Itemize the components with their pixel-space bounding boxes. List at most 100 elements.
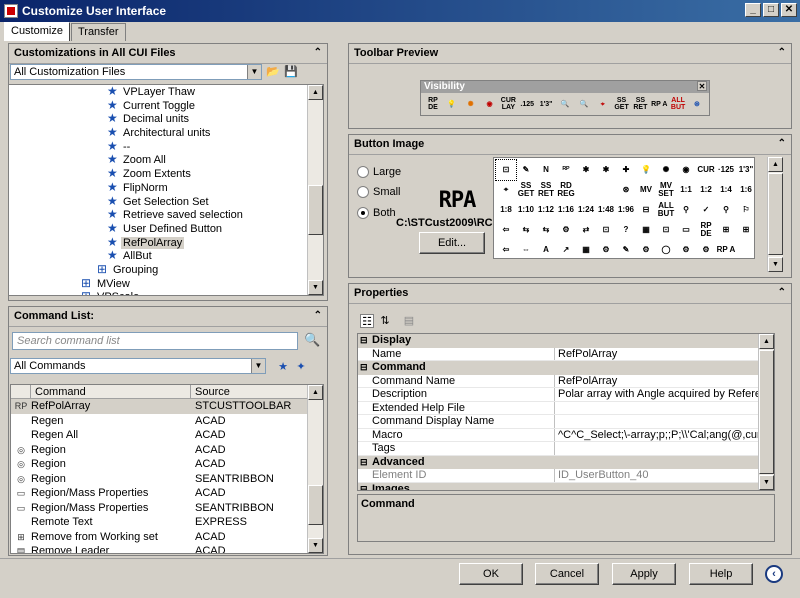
property-row[interactable]: Description Polar array with Angle acquir…: [358, 388, 774, 402]
property-category[interactable]: ⊟ Images: [358, 482, 774, 490]
scroll-up-icon[interactable]: ▲: [308, 85, 323, 100]
button-image-option-icon[interactable]: MV SET: [656, 180, 676, 200]
property-value[interactable]: ^C^C_Select;\-array;p;;P;\\'Cal;ang(@,cu…: [555, 429, 774, 442]
property-scrollbar[interactable]: ▲ ▼: [758, 334, 774, 490]
button-image-option-icon[interactable]: 1:16: [556, 200, 576, 220]
property-row[interactable]: Command Name RefPolArray: [358, 374, 774, 388]
cui-file-combo[interactable]: All Customization Files ▼: [10, 64, 262, 80]
toolbar-button-icon[interactable]: 🔍: [575, 95, 593, 113]
button-image-option-icon[interactable]: A: [536, 240, 556, 258]
tree-item[interactable]: ★ VPLayer Thaw: [9, 85, 323, 99]
scroll-thumb[interactable]: [308, 185, 323, 235]
button-image-option-icon[interactable]: N: [536, 160, 556, 180]
scroll-up-icon[interactable]: ▲: [308, 385, 323, 400]
button-image-option-icon[interactable]: RD REG: [556, 180, 576, 200]
toolbar-button-icon[interactable]: ⊛: [688, 95, 706, 113]
toolbar-button-icon[interactable]: 💡: [443, 95, 461, 113]
table-row[interactable]: Regen ACAD: [11, 414, 323, 429]
button-image-option-icon[interactable]: 1:8: [496, 200, 516, 220]
open-file-icon[interactable]: 📂: [266, 65, 280, 79]
table-row[interactable]: ◎ Region ACAD: [11, 457, 323, 472]
button-image-option-icon[interactable]: ⊞: [736, 220, 754, 240]
table-row[interactable]: ◎ Region SEANTRIBBON: [11, 472, 323, 487]
collapse-dialog-icon[interactable]: ‹: [765, 565, 783, 583]
toolbar-button-icon[interactable]: 1'3": [537, 95, 555, 113]
property-value[interactable]: RefPolArray: [555, 348, 774, 361]
property-value[interactable]: RefPolArray: [555, 375, 774, 388]
button-image-option-icon[interactable]: ⇔: [516, 240, 536, 258]
tree-item[interactable]: ⊞ Grouping: [9, 262, 323, 277]
property-value[interactable]: [555, 442, 774, 455]
property-value[interactable]: Polar array with Angle acquired by Refer…: [555, 388, 774, 401]
chevron-down-icon[interactable]: ▼: [251, 359, 265, 373]
toolbar-button-icon[interactable]: RP A: [650, 95, 668, 113]
radio-circle[interactable]: [357, 186, 369, 198]
button-image-option-icon[interactable]: 1:2: [696, 180, 716, 200]
button-image-option-icon[interactable]: ⇦: [496, 220, 516, 240]
image-grid-scrollbar[interactable]: ▲ ▼: [767, 157, 783, 272]
button-image-option-icon[interactable]: RP DE: [696, 220, 716, 240]
toolbar-button-icon[interactable]: SS GET: [613, 95, 631, 113]
sort-alpha-icon[interactable]: ⇅: [378, 314, 392, 328]
tree-item[interactable]: ★ --: [9, 139, 323, 154]
button-image-option-icon[interactable]: ↗: [556, 240, 576, 258]
button-image-option-icon[interactable]: 💡: [636, 160, 656, 180]
property-row[interactable]: Name RefPolArray: [358, 347, 774, 361]
button-image-option-icon[interactable]: ⚙: [696, 240, 716, 258]
radio-small[interactable]: Small: [357, 186, 401, 198]
scroll-down-icon[interactable]: ▼: [759, 475, 774, 490]
scroll-down-icon[interactable]: ▼: [308, 538, 323, 553]
collapse-icon[interactable]: ⌃: [778, 287, 786, 298]
property-row[interactable]: Tags: [358, 442, 774, 456]
button-image-option-icon[interactable]: ✎: [516, 160, 536, 180]
button-image-option-icon[interactable]: ⊡: [495, 159, 517, 181]
scroll-thumb[interactable]: [759, 350, 774, 474]
button-image-option-icon[interactable]: 1'3": [736, 160, 754, 180]
button-image-option-icon[interactable]: ✚: [616, 160, 636, 180]
categorized-icon[interactable]: ☷: [360, 314, 374, 328]
property-row[interactable]: Extended Help File: [358, 401, 774, 415]
tree-item[interactable]: ★ Get Selection Set: [9, 194, 323, 209]
button-image-option-icon[interactable]: ⚙: [636, 240, 656, 258]
tree-item[interactable]: ⊞VPScale: [9, 290, 323, 295]
button-image-option-icon[interactable]: ◉: [676, 160, 696, 180]
button-image-option-icon[interactable]: ✱: [576, 160, 596, 180]
property-value[interactable]: [555, 402, 774, 415]
button-image-option-icon[interactable]: ALL BUT: [656, 200, 676, 220]
button-image-option-icon[interactable]: ▭: [676, 220, 696, 240]
collapse-icon[interactable]: ⌃: [778, 47, 786, 58]
button-image-option-icon[interactable]: [596, 180, 616, 200]
property-row[interactable]: Command Display Name: [358, 415, 774, 429]
tree-item[interactable]: ★ Zoom All: [9, 153, 323, 167]
close-button[interactable]: ✕: [781, 3, 797, 17]
tree-item[interactable]: ⊞ MView: [9, 276, 323, 291]
collapse-category-icon[interactable]: ⊟: [360, 456, 372, 470]
source-column-header[interactable]: Source: [191, 385, 311, 398]
command-column-header[interactable]: Command: [31, 385, 191, 398]
collapse-icon[interactable]: ⌃: [778, 138, 786, 149]
property-row[interactable]: Element ID ID_UserButton_40: [358, 469, 774, 483]
property-pages-icon[interactable]: ▤: [402, 314, 416, 328]
button-image-option-icon[interactable]: CUR: [696, 160, 716, 180]
property-category[interactable]: ⊟ Advanced: [358, 455, 774, 470]
tree-scrollbar[interactable]: ▲ ▼: [307, 85, 323, 295]
button-image-option-icon[interactable]: ⚐: [736, 200, 754, 220]
search-command-input[interactable]: Search command list: [12, 332, 298, 350]
ok-button[interactable]: OK: [459, 563, 523, 585]
button-image-option-icon[interactable]: ·125: [716, 160, 736, 180]
new-command-icon[interactable]: ✦: [294, 360, 308, 374]
button-image-option-icon[interactable]: ✎: [616, 240, 636, 258]
button-image-option-icon[interactable]: ⊡: [656, 220, 676, 240]
save-icon[interactable]: 💾: [284, 65, 298, 79]
new-command-star-icon[interactable]: ★: [276, 360, 290, 374]
scroll-up-icon[interactable]: ▲: [759, 334, 774, 349]
button-image-option-icon[interactable]: ⊡: [596, 220, 616, 240]
button-image-option-icon[interactable]: ⚙: [556, 220, 576, 240]
property-value[interactable]: [555, 415, 774, 428]
cancel-button[interactable]: Cancel: [535, 563, 599, 585]
command-table[interactable]: Command Source RP RefPolArray STCUSTTOOLBA…: [10, 384, 324, 554]
scroll-down-icon[interactable]: ▼: [768, 257, 783, 272]
button-image-option-icon[interactable]: ⇆: [536, 220, 556, 240]
toolbar-button-icon[interactable]: CUR LAY: [499, 95, 517, 113]
button-image-option-icon[interactable]: ⊞: [716, 220, 736, 240]
